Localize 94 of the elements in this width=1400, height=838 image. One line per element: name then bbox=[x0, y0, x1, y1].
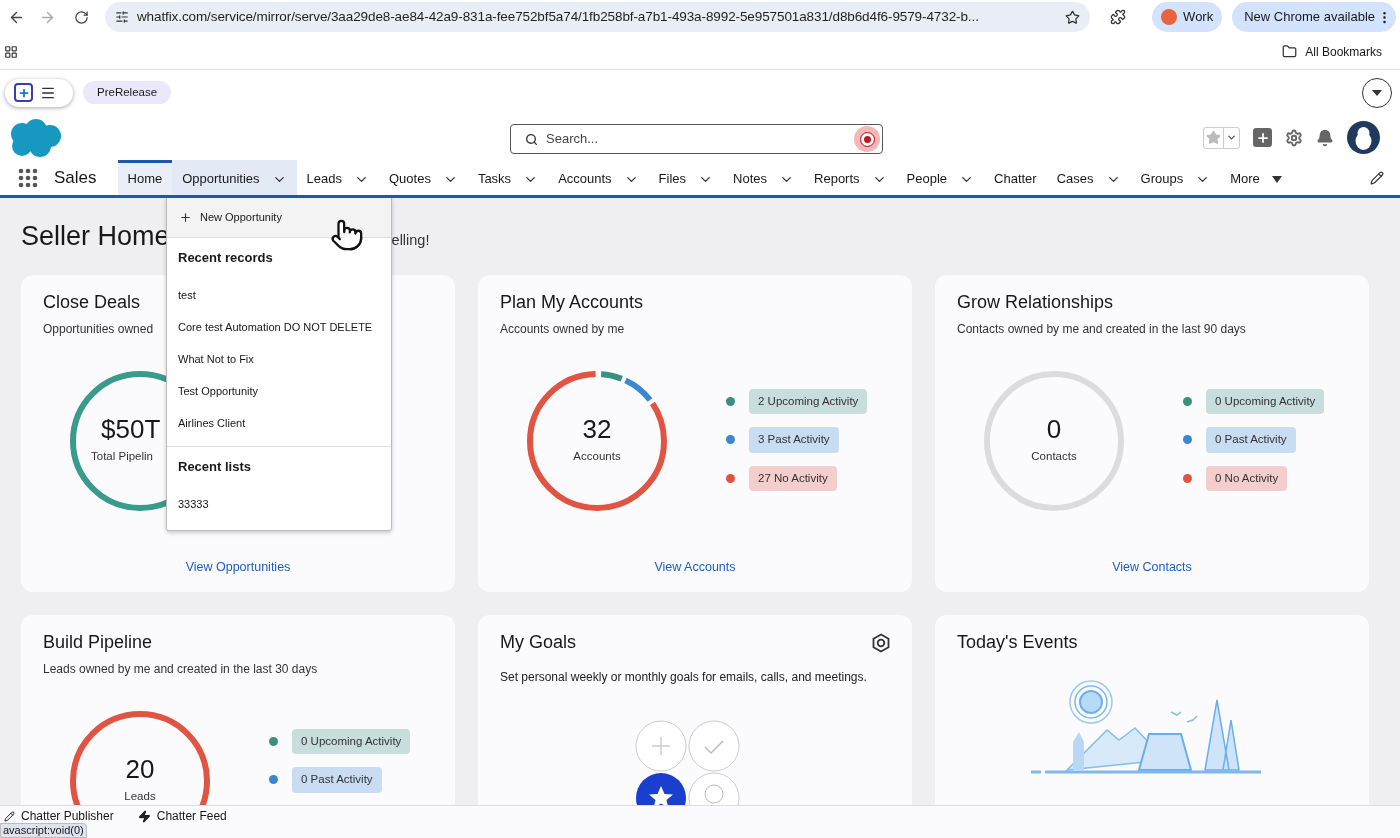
ring-value: 32 bbox=[582, 416, 612, 443]
menu-section-header: Recent records bbox=[177, 249, 274, 267]
profile-name: Work bbox=[1183, 8, 1214, 27]
profile-chip[interactable]: Work bbox=[1152, 2, 1223, 32]
settings-icon[interactable] bbox=[871, 633, 891, 653]
card-title: Close Deals bbox=[43, 291, 141, 314]
activity-tag: 0 No Activity bbox=[1206, 465, 1288, 491]
activity-tag: 0 Upcoming Activity bbox=[292, 729, 411, 755]
activity-tag: 0 Past Activity bbox=[1206, 427, 1296, 453]
star-icon bbox=[1206, 130, 1221, 145]
update-label: New Chrome available bbox=[1244, 8, 1375, 27]
card-title: Grow Relationships bbox=[957, 291, 1114, 314]
nav-tab[interactable]: Accounts bbox=[548, 160, 649, 195]
nav-tab[interactable]: Groups bbox=[1130, 160, 1221, 195]
profile-avatar-icon bbox=[1161, 9, 1178, 25]
card-subtitle: Contacts owned by me and created in the last 90 days bbox=[957, 321, 1246, 338]
nav-tab[interactable]: People bbox=[896, 160, 985, 195]
plus-icon[interactable] bbox=[14, 83, 33, 102]
edit-icon[interactable] bbox=[1370, 170, 1384, 185]
caret-icon[interactable] bbox=[1271, 175, 1282, 183]
card-subtitle: Accounts owned by me bbox=[500, 321, 625, 338]
settings-icon[interactable] bbox=[1285, 128, 1303, 147]
activity-tag: 2 Upcoming Activity bbox=[749, 389, 868, 415]
menu-item[interactable]: Airlines Client bbox=[167, 407, 391, 440]
activity-tag: 0 Upcoming Activity bbox=[1206, 389, 1325, 415]
bookmark-star-icon[interactable] bbox=[1065, 9, 1081, 25]
nav-tab[interactable]: Files bbox=[648, 160, 724, 195]
view-link[interactable]: View Opportunities bbox=[185, 558, 291, 577]
nav-tab[interactable]: More bbox=[1220, 160, 1292, 195]
whatfix-toolbar[interactable] bbox=[5, 78, 73, 107]
card-subtitle: Set personal weekly or monthly goals for emails, calls, and meetings. bbox=[500, 669, 868, 686]
plus-icon bbox=[179, 211, 192, 224]
all-bookmarks-link[interactable]: All Bookmarks bbox=[1305, 42, 1382, 61]
nav-tab[interactable]: Notes bbox=[723, 160, 805, 195]
caret-icon bbox=[1226, 132, 1237, 143]
site-settings-icon[interactable] bbox=[114, 10, 129, 24]
menu-item[interactable]: Test Opportunity bbox=[167, 375, 391, 408]
activity-tag: 0 Past Activity bbox=[292, 767, 382, 793]
apps-icon[interactable] bbox=[4, 44, 18, 59]
activity-tag: 3 Past Activity bbox=[749, 427, 839, 453]
menu-section-header: Recent lists bbox=[177, 457, 252, 476]
card-subtitle: Opportunities owned bbox=[43, 321, 154, 338]
avatar[interactable] bbox=[1347, 121, 1380, 154]
menu-item[interactable]: What Not to Fix bbox=[167, 343, 391, 376]
nav-tab[interactable]: Home bbox=[117, 160, 173, 195]
search-icon bbox=[525, 132, 538, 146]
ring-caption: Leads bbox=[124, 789, 156, 805]
lightning-icon bbox=[137, 809, 151, 823]
card-title: Plan My Accounts bbox=[500, 291, 644, 314]
extensions-icon[interactable] bbox=[1110, 9, 1127, 25]
search-field[interactable]: Search... bbox=[510, 124, 883, 154]
menu-item[interactable]: 33333 bbox=[167, 488, 391, 520]
ring-caption: Contacts bbox=[1031, 449, 1077, 465]
notifications-icon[interactable] bbox=[1316, 128, 1334, 147]
ring-value: $50T bbox=[101, 416, 161, 443]
record-icon[interactable] bbox=[854, 126, 880, 152]
view-link[interactable]: View Accounts bbox=[654, 558, 736, 577]
nav-tab[interactable]: Tasks bbox=[467, 160, 549, 195]
release-badge: PreRelease bbox=[83, 80, 172, 105]
new-opportunity-item[interactable]: New Opportunity bbox=[167, 198, 391, 238]
utility-item[interactable]: Chatter Feed bbox=[137, 809, 227, 823]
menu-item[interactable]: Core test Automation DO NOT DELETE bbox=[167, 311, 391, 344]
page-title-tail: elling! bbox=[391, 230, 430, 250]
ring-caption: Total Pipelin bbox=[91, 449, 153, 465]
nav-tab[interactable]: Chatter bbox=[984, 160, 1047, 195]
address-bar[interactable]: whatfix.com/service/mirror/serve/3aa29de8-ae84-42a9-831a-fee752bf5a74/1fb258bf-a7b1-493a-8992-5e957501a831/d8b6d4f6-9579-4732-b... bbox=[104, 2, 1091, 32]
activity-tag: 27 No Activity bbox=[749, 465, 837, 491]
view-link[interactable]: View Contacts bbox=[1112, 558, 1192, 577]
ring-value: 0 bbox=[1046, 416, 1062, 443]
card-title: My Goals bbox=[500, 631, 577, 654]
app-name: Sales bbox=[54, 166, 97, 189]
folder-icon bbox=[1282, 44, 1298, 59]
nav-tab[interactable]: Reports bbox=[804, 160, 897, 195]
caret-icon bbox=[1372, 89, 1382, 96]
menu-item[interactable]: test bbox=[167, 279, 391, 312]
app-launcher-icon[interactable] bbox=[18, 167, 38, 188]
page-title: Seller Home bbox=[21, 220, 170, 254]
card-subtitle: Leads owned by me and created in the last 30 days bbox=[43, 661, 318, 678]
card-title: Build Pipeline bbox=[43, 631, 153, 654]
ring-caption: Accounts bbox=[573, 449, 621, 465]
nav-tab[interactable]: Leads bbox=[296, 160, 379, 195]
nav-tab[interactable]: Opportunities bbox=[172, 160, 297, 195]
update-chip[interactable]: New Chrome available bbox=[1232, 2, 1396, 32]
add-icon[interactable] bbox=[1253, 128, 1272, 147]
card-title: Today's Events bbox=[957, 631, 1079, 654]
reload-icon[interactable] bbox=[73, 9, 89, 25]
search-input[interactable]: Search... bbox=[546, 129, 846, 149]
ring-value: 20 bbox=[125, 756, 155, 783]
utility-item[interactable]: Chatter Publisher bbox=[4, 809, 114, 823]
pencil-icon bbox=[4, 810, 15, 822]
url-text: whatfix.com/service/mirror/serve/3aa29de8-ae84-42a9-831a-fee752bf5a74/1fb258bf-a7b1-493a-8992-5e957501a831/d8b6d4f6-9579-4732-b... bbox=[136, 7, 979, 26]
nav-tab[interactable]: Cases bbox=[1046, 160, 1131, 195]
status-tooltip: avascript:void(0) bbox=[0, 823, 87, 838]
nav-tab[interactable]: Quotes bbox=[378, 160, 468, 195]
